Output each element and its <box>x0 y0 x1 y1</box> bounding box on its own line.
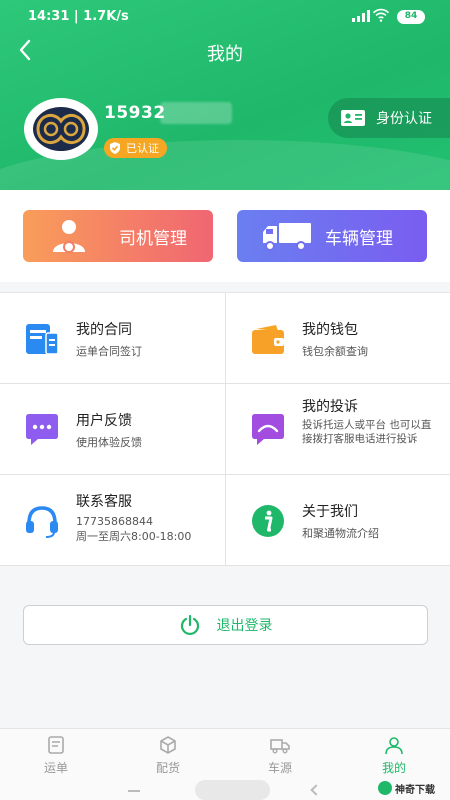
system-home-button[interactable] <box>195 780 270 800</box>
id-card-icon <box>341 110 365 126</box>
wifi-icon <box>372 8 390 22</box>
menu-item-complaint[interactable]: 我的投诉 投诉托运人或平台 也可以直接拨打客服电话进行投诉 <box>225 384 450 475</box>
menu-subtitle: 使用体验反馈 <box>76 436 142 449</box>
management-section: 司机管理 车辆管理 <box>0 190 450 282</box>
tab-label: 我的 <box>381 761 406 775</box>
status-bar: 14:31 | 1.7K/s 84 <box>0 0 450 34</box>
id-auth-button[interactable]: 身份认证 <box>328 98 450 138</box>
menu-subtitle: 和聚通物流介绍 <box>302 527 379 540</box>
battery-icon: 84 <box>397 10 425 24</box>
menu-title: 我的合同 <box>76 322 132 338</box>
watermark-logo-icon <box>378 781 392 795</box>
driver-management-label: 司机管理 <box>119 228 187 249</box>
tab-dispatch[interactable]: 配货 <box>112 729 224 779</box>
shield-check-icon <box>110 142 120 154</box>
nav-bar: 我的 <box>0 34 450 68</box>
tab-label: 配货 <box>155 761 180 775</box>
menu-title: 我的投诉 <box>302 399 358 415</box>
menu-grid: 我的合同 运单合同签订 我的钱包 钱包余额查询 用户反馈 使用体验反馈 我的投诉… <box>0 292 450 566</box>
tab-vehicle-source[interactable]: 车源 <box>224 729 336 779</box>
verified-badge: 已认证 <box>104 138 167 158</box>
package-icon <box>160 736 176 754</box>
watermark: 神奇下载 <box>378 778 435 798</box>
signal-icon <box>352 10 370 22</box>
menu-item-feedback[interactable]: 用户反馈 使用体验反馈 <box>0 384 225 475</box>
menu-item-about[interactable]: 关于我们 和聚通物流介绍 <box>225 475 450 566</box>
menu-subtitle-hours: 周一至周六8:00-18:00 <box>76 530 192 543</box>
headset-icon <box>26 506 58 538</box>
menu-item-customer-service[interactable]: 联系客服 17735868844 周一至周六8:00-18:00 <box>0 475 225 566</box>
profile-page: 14:31 | 1.7K/s 84 我的 15932 已认证 身份认证 司机管理… <box>0 0 450 800</box>
tab-mine[interactable]: 我的 <box>338 729 450 779</box>
tab-label: 车源 <box>267 761 292 775</box>
user-icon <box>385 737 403 755</box>
system-menu-icon[interactable] <box>128 790 140 792</box>
avatar-logo-icon <box>33 107 89 151</box>
verified-label: 已认证 <box>126 142 159 155</box>
vehicle-management-button[interactable]: 车辆管理 <box>237 210 427 262</box>
logout-label: 退出登录 <box>216 618 273 634</box>
logout-button[interactable]: 退出登录 <box>23 605 428 645</box>
system-back-icon[interactable] <box>310 784 322 796</box>
power-icon <box>180 614 199 636</box>
complaint-icon <box>252 414 284 445</box>
waybill-icon <box>48 736 64 754</box>
page-title: 我的 <box>207 44 243 65</box>
truck-outline-icon <box>270 739 290 754</box>
menu-title: 关于我们 <box>302 504 358 520</box>
phone-mask <box>160 102 232 124</box>
driver-icon <box>53 220 85 253</box>
menu-subtitle: 钱包余额查询 <box>302 345 368 358</box>
avatar[interactable] <box>24 98 98 160</box>
menu-subtitle: 投诉托运人或平台 也可以直接拨打客服电话进行投诉 <box>302 419 432 445</box>
status-time: 14:31 | 1.7K/s <box>28 9 129 24</box>
menu-title: 用户反馈 <box>76 413 132 429</box>
truck-icon <box>263 223 311 251</box>
info-icon <box>252 505 284 537</box>
menu-title: 我的钱包 <box>302 322 358 338</box>
vehicle-management-label: 车辆管理 <box>325 228 393 249</box>
contract-icon <box>26 324 59 355</box>
tab-label: 运单 <box>43 761 68 775</box>
chat-bubble-icon <box>26 414 58 445</box>
wallet-icon <box>252 325 284 354</box>
menu-item-wallet[interactable]: 我的钱包 钱包余额查询 <box>225 293 450 384</box>
menu-title: 联系客服 <box>76 494 132 510</box>
tab-waybill[interactable]: 运单 <box>0 729 112 779</box>
user-phone: 15932 <box>104 103 166 123</box>
tab-bar: 运单 配货 车源 我的 <box>0 728 450 778</box>
menu-subtitle: 运单合同签订 <box>76 345 142 358</box>
menu-subtitle: 17735868844 <box>76 515 153 528</box>
profile-header: 14:31 | 1.7K/s 84 我的 15932 已认证 身份认证 <box>0 0 450 190</box>
id-auth-label: 身份认证 <box>376 111 432 127</box>
menu-item-contract[interactable]: 我的合同 运单合同签订 <box>0 293 225 384</box>
watermark-text: 神奇下载 <box>395 784 435 796</box>
driver-management-button[interactable]: 司机管理 <box>23 210 213 262</box>
